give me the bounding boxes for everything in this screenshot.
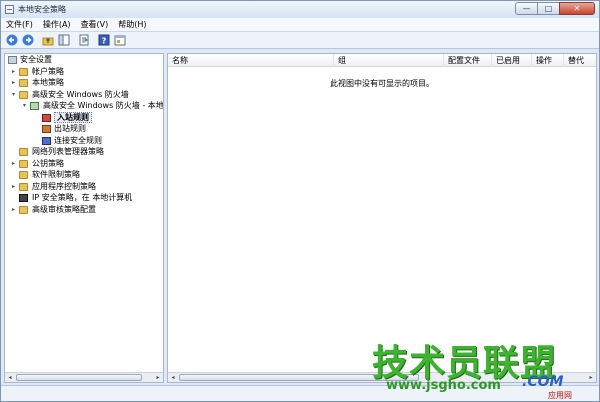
expand-arrow-icon[interactable]: ▸ bbox=[10, 183, 17, 190]
close-button[interactable]: ✕ bbox=[559, 2, 595, 15]
empty-list-message: 此视图中没有可显示的项目。 bbox=[330, 79, 434, 88]
column-header-profile[interactable]: 配置文件 bbox=[444, 54, 492, 67]
tree-node-connection-rules[interactable]: 连接安全规则 bbox=[5, 135, 163, 147]
console-tree: 安全设置 ▸ 帐户策略 ▸ 本地策略 ▾ 高级安全 Windows 防火墙 ▾ bbox=[5, 54, 163, 215]
expand-arrow-icon[interactable]: ▸ bbox=[10, 68, 17, 75]
connection-rules-icon bbox=[42, 136, 51, 145]
tree-node-label: 网络列表管理器策略 bbox=[32, 147, 104, 156]
forward-arrow-icon[interactable] bbox=[21, 34, 34, 47]
tree-node-local-policies[interactable]: ▸ 本地策略 bbox=[5, 77, 163, 89]
show-hide-tree-icon[interactable] bbox=[57, 34, 70, 47]
list-horizontal-scrollbar[interactable]: ◂ ▸ bbox=[168, 372, 596, 382]
expand-arrow-icon[interactable]: ▸ bbox=[10, 160, 17, 167]
tree-node-label: 公钥策略 bbox=[32, 158, 64, 168]
status-bar bbox=[1, 385, 599, 401]
tree-node-label: 安全设置 bbox=[20, 55, 52, 64]
tree-node-software-restriction[interactable]: 软件限制策略 bbox=[5, 169, 163, 181]
scroll-right-arrow-icon[interactable]: ▸ bbox=[586, 373, 596, 382]
outbound-rules-icon bbox=[42, 125, 51, 133]
tree-node-label: 应用程序控制策略 bbox=[32, 181, 96, 191]
expand-arrow-icon[interactable]: ▸ bbox=[10, 79, 17, 86]
tree-node-firewall-local[interactable]: ▾ 高级安全 Windows 防火墙 - 本地i bbox=[5, 100, 163, 112]
export-list-icon[interactable] bbox=[77, 34, 90, 47]
menu-view[interactable]: 查看(V) bbox=[76, 19, 114, 30]
app-icon bbox=[5, 5, 14, 14]
security-settings-icon bbox=[8, 56, 17, 64]
tree-node-firewall[interactable]: ▾ 高级安全 Windows 防火墙 bbox=[5, 89, 163, 101]
collapse-arrow-icon[interactable]: ▾ bbox=[21, 102, 28, 109]
collapse-arrow-icon[interactable]: ▾ bbox=[10, 91, 17, 98]
tree-node-account-policies[interactable]: ▸ 帐户策略 bbox=[5, 66, 163, 78]
scroll-right-arrow-icon[interactable]: ▸ bbox=[153, 373, 163, 382]
tree-node-label: 本地策略 bbox=[32, 78, 64, 87]
tree-node-public-key[interactable]: ▸ 公钥策略 bbox=[5, 158, 163, 170]
tree-node-app-control[interactable]: ▸ 应用程序控制策略 bbox=[5, 181, 163, 193]
folder-icon bbox=[19, 148, 28, 156]
tree-node-label: 高级安全 Windows 防火墙 - 本地i bbox=[43, 101, 164, 110]
folder-icon bbox=[19, 159, 28, 168]
minimize-button[interactable]: — bbox=[515, 2, 537, 15]
tree-node-label: 入站规则 bbox=[54, 111, 92, 123]
window: 本地安全策略 — □ ✕ 文件(F) 操作(A) 查看(V) 帮助(H) ? 安… bbox=[0, 0, 600, 402]
column-header-action[interactable]: 操作 bbox=[532, 54, 564, 67]
properties-icon[interactable] bbox=[113, 34, 126, 47]
console-tree-pane[interactable]: 安全设置 ▸ 帐户策略 ▸ 本地策略 ▾ 高级安全 Windows 防火墙 ▾ bbox=[4, 53, 164, 383]
inbound-rules-icon bbox=[42, 113, 51, 122]
tree-node-ip-security[interactable]: IP 安全策略，在 本地计算机 bbox=[5, 192, 163, 204]
tree-node-label: 高级安全 Windows 防火墙 bbox=[32, 89, 129, 99]
tree-node-label: 帐户策略 bbox=[32, 66, 64, 76]
tree-node-label: IP 安全策略，在 本地计算机 bbox=[32, 193, 133, 202]
folder-icon bbox=[19, 205, 28, 214]
tree-node-outbound-rules[interactable]: 出站规则 bbox=[5, 123, 163, 135]
scroll-left-arrow-icon[interactable]: ◂ bbox=[168, 373, 178, 382]
tree-node-advanced-audit[interactable]: ▸ 高级审核策略配置 bbox=[5, 204, 163, 216]
folder-icon bbox=[19, 171, 28, 179]
column-header-override[interactable]: 替代 bbox=[564, 54, 596, 67]
column-header-name[interactable]: 名称 bbox=[168, 54, 334, 67]
column-header-enabled[interactable]: 已启用 bbox=[492, 54, 532, 67]
folder-icon bbox=[19, 182, 28, 191]
tree-node-label: 出站规则 bbox=[54, 124, 86, 133]
folder-icon bbox=[19, 67, 28, 76]
scroll-thumb[interactable] bbox=[16, 374, 142, 381]
folder-icon bbox=[19, 90, 28, 99]
list-header: 名称 组 配置文件 已启用 操作 替代 bbox=[168, 54, 596, 67]
tree-node-network-list[interactable]: 网络列表管理器策略 bbox=[5, 146, 163, 158]
title-bar[interactable]: 本地安全策略 — □ ✕ bbox=[1, 1, 599, 18]
maximize-button[interactable]: □ bbox=[537, 2, 559, 15]
results-pane[interactable]: 名称 组 配置文件 已启用 操作 替代 此视图中没有可显示的项目。 ◂ ▸ bbox=[167, 53, 597, 383]
menu-action[interactable]: 操作(A) bbox=[38, 19, 76, 30]
scroll-thumb[interactable] bbox=[179, 374, 419, 381]
toolbar: ? bbox=[1, 32, 599, 49]
back-arrow-icon[interactable] bbox=[5, 34, 18, 47]
menu-help[interactable]: 帮助(H) bbox=[113, 19, 151, 30]
tree-node-inbound-rules[interactable]: 入站规则 bbox=[5, 111, 163, 123]
menu-bar: 文件(F) 操作(A) 查看(V) 帮助(H) bbox=[1, 18, 599, 32]
tree-node-label: 高级审核策略配置 bbox=[32, 204, 96, 214]
menu-file[interactable]: 文件(F) bbox=[1, 19, 38, 30]
firewall-icon bbox=[30, 102, 39, 110]
tree-horizontal-scrollbar[interactable]: ◂ ▸ bbox=[5, 372, 163, 382]
ip-security-icon bbox=[19, 194, 28, 202]
up-folder-icon[interactable] bbox=[41, 34, 54, 47]
help-icon[interactable]: ? bbox=[97, 34, 110, 47]
window-controls: — □ ✕ bbox=[515, 2, 595, 16]
folder-icon bbox=[19, 79, 28, 87]
tree-node-label: 连接安全规则 bbox=[54, 135, 102, 145]
svg-text:?: ? bbox=[101, 36, 106, 45]
scroll-left-arrow-icon[interactable]: ◂ bbox=[5, 373, 15, 382]
expand-arrow-icon[interactable]: ▸ bbox=[10, 206, 17, 213]
window-title: 本地安全策略 bbox=[18, 5, 66, 14]
column-header-group[interactable]: 组 bbox=[334, 54, 444, 67]
tree-node-label: 软件限制策略 bbox=[32, 170, 80, 179]
tree-node-security-settings[interactable]: 安全设置 bbox=[5, 54, 163, 66]
